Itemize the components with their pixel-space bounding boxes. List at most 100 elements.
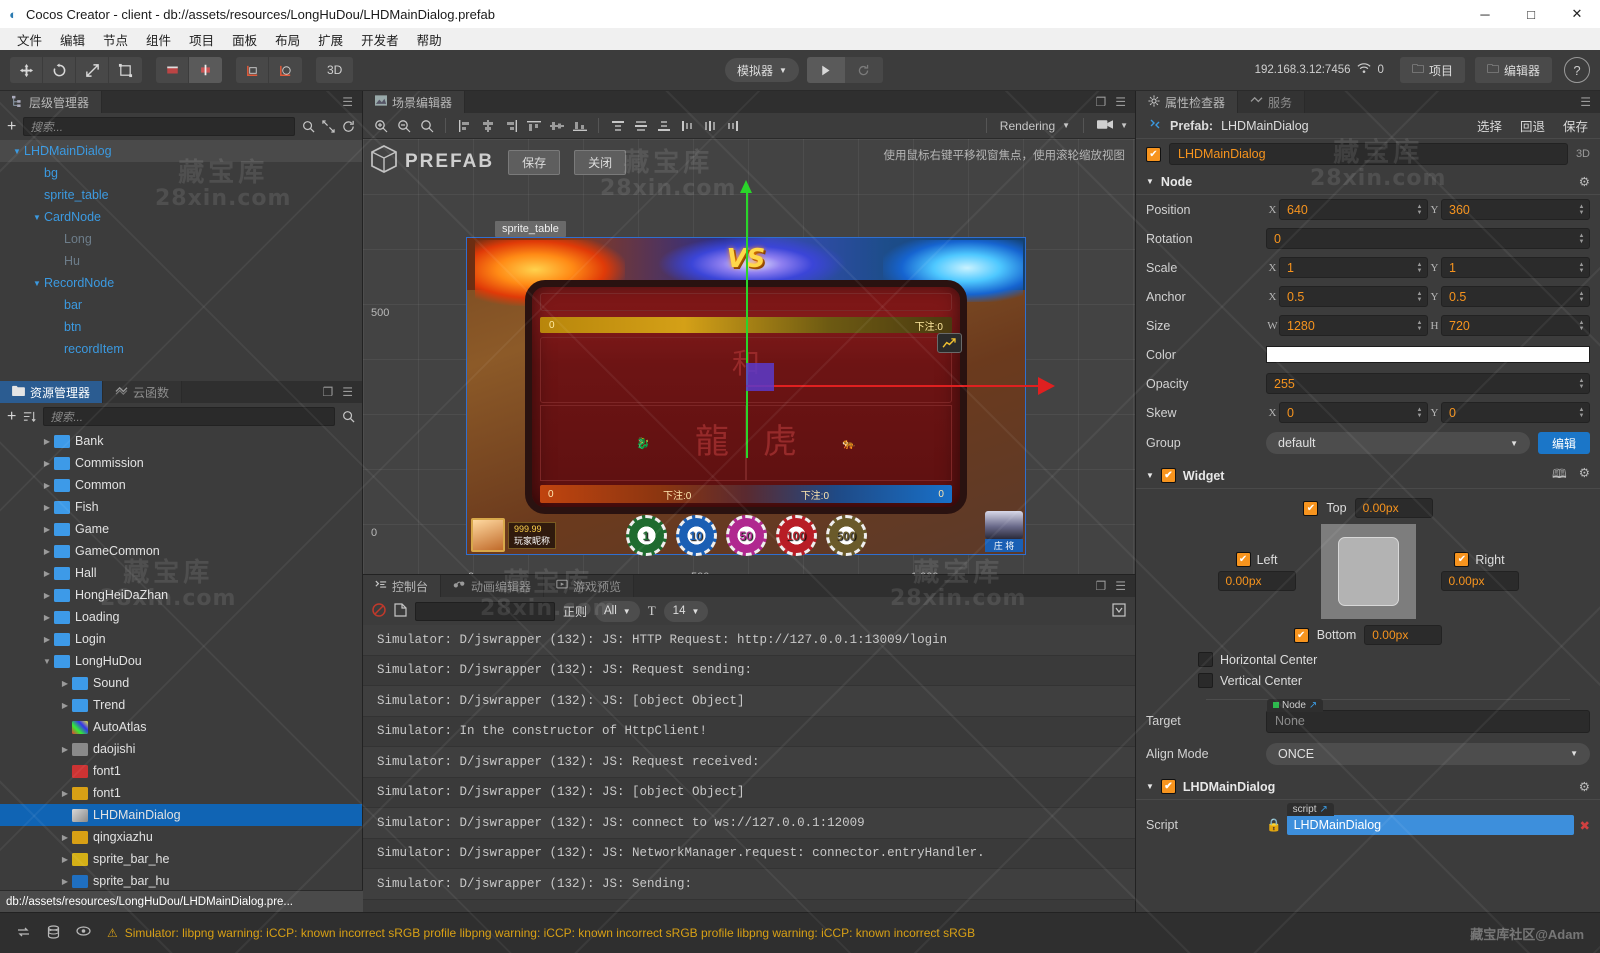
zoom-reset-icon[interactable]: [416, 116, 437, 136]
chevron-right-icon[interactable]: ▶: [58, 855, 72, 864]
scale-x-input[interactable]: 1 ▲▼: [1279, 257, 1428, 278]
chevron-right-icon[interactable]: ▶: [58, 745, 72, 754]
stepper-icon[interactable]: ▲▼: [1576, 375, 1587, 392]
menu-item-project[interactable]: 项目: [180, 28, 223, 51]
assets-menu-icon[interactable]: ☰: [342, 385, 353, 399]
menu-item-help[interactable]: 帮助: [408, 28, 451, 51]
rendering-dropdown-label[interactable]: Rendering: [1000, 119, 1055, 133]
zoom-out-icon[interactable]: [393, 116, 414, 136]
chevron-right-icon[interactable]: ▶: [40, 525, 54, 534]
regex-toggle-label[interactable]: 正则: [563, 603, 587, 620]
assets-search-input[interactable]: 搜索...: [43, 407, 335, 426]
asset-item-daojishi[interactable]: ▶daojishi: [0, 738, 362, 760]
asset-item-commission[interactable]: ▶Commission: [0, 452, 362, 474]
bet-chip-500[interactable]: 500: [826, 515, 867, 556]
menu-item-node[interactable]: 节点: [94, 28, 137, 51]
tab-assets[interactable]: 资源管理器: [0, 381, 103, 403]
collapse-all-icon[interactable]: [322, 120, 335, 133]
size-h-input[interactable]: 720 ▲▼: [1441, 315, 1590, 336]
color-swatch[interactable]: [1266, 346, 1590, 363]
align-top-icon[interactable]: [523, 116, 544, 136]
move-tool-button[interactable]: [10, 57, 43, 83]
distribute-bot-icon[interactable]: [653, 116, 674, 136]
node-section-header[interactable]: ▼ Node ⚙: [1136, 169, 1600, 195]
stepper-icon[interactable]: ▲▼: [1414, 317, 1425, 334]
search-icon[interactable]: [342, 410, 355, 423]
rect-tool-button[interactable]: [109, 57, 142, 83]
widget-align-mode-select[interactable]: ONCE ▼: [1266, 743, 1590, 765]
menu-item-developer[interactable]: 开发者: [352, 28, 408, 51]
refresh-button[interactable]: [845, 57, 883, 83]
hierarchy-tree[interactable]: ▼LHDMainDialog·bg·sprite_table▼CardNode ·…: [0, 140, 362, 381]
skew-y-input[interactable]: 0 ▲▼: [1441, 402, 1590, 423]
database-icon[interactable]: [47, 925, 60, 942]
scale-y-input[interactable]: 1 ▲▼: [1441, 257, 1590, 278]
chevron-right-icon[interactable]: ▶: [58, 877, 72, 886]
hierarchy-node-bg[interactable]: ·bg: [0, 162, 362, 184]
widget-right-checkbox[interactable]: ✔: [1454, 552, 1469, 567]
toggle-3d-button[interactable]: 3D: [316, 57, 353, 83]
coord-global-button[interactable]: [269, 57, 302, 83]
asset-item-fish[interactable]: ▶Fish: [0, 496, 362, 518]
tab-services[interactable]: 服务: [1238, 91, 1305, 113]
gizmo-x-arrow[interactable]: [1038, 377, 1055, 395]
camera-icon[interactable]: [1097, 118, 1113, 133]
bet-chip-1[interactable]: 1: [626, 515, 667, 556]
console-file-icon[interactable]: [394, 603, 407, 620]
tab-inspector[interactable]: 属性检查器: [1136, 91, 1238, 113]
chevron-right-icon[interactable]: ▶: [40, 459, 54, 468]
stepper-icon[interactable]: ▲▼: [1576, 317, 1587, 334]
chevron-down-icon[interactable]: ▼: [1120, 121, 1128, 130]
widget-top-value[interactable]: 0.00px: [1355, 498, 1433, 518]
hierarchy-node-btn[interactable]: ·btn: [0, 316, 362, 338]
tab-scene-editor[interactable]: 场景编辑器: [363, 91, 465, 113]
component-section-header[interactable]: ▼ ✔ LHDMainDialog ⚙: [1136, 774, 1600, 800]
hierarchy-menu-icon[interactable]: ☰: [342, 95, 353, 109]
play-button[interactable]: [807, 57, 845, 83]
distribute-left-icon[interactable]: [676, 116, 697, 136]
group-select[interactable]: default ▼: [1266, 432, 1530, 454]
align-vcenter-icon[interactable]: [546, 116, 567, 136]
opacity-input[interactable]: 255 ▲▼: [1266, 373, 1590, 394]
stepper-icon[interactable]: ▲▼: [1576, 230, 1587, 247]
coord-local-button[interactable]: [236, 57, 269, 83]
prefab-close-button[interactable]: 关闭: [574, 150, 626, 175]
position-y-input[interactable]: 360 ▲▼: [1441, 199, 1590, 220]
console-collapse-icon[interactable]: [1112, 603, 1126, 620]
node-enabled-checkbox[interactable]: ✔: [1146, 147, 1161, 162]
distribute-hcenter-icon[interactable]: [699, 116, 720, 136]
hierarchy-node-cardnode[interactable]: ▼CardNode: [0, 206, 362, 228]
chevron-right-icon[interactable]: ▶: [40, 591, 54, 600]
asset-item-login[interactable]: ▶Login: [0, 628, 362, 650]
hierarchy-node-lhdmaindialog[interactable]: ▼LHDMainDialog: [0, 140, 362, 162]
widget-left-value[interactable]: 0.00px: [1218, 571, 1296, 591]
stepper-icon[interactable]: ▲▼: [1414, 201, 1425, 218]
align-hcenter-icon[interactable]: [477, 116, 498, 136]
widget-target-field[interactable]: Node ↗ None: [1266, 710, 1590, 733]
chevron-right-icon[interactable]: ▶: [40, 437, 54, 446]
anchor-x-input[interactable]: 0.5 ▲▼: [1279, 286, 1428, 307]
prefab-save-action[interactable]: 保存: [1563, 116, 1588, 135]
tab-cloud-functions[interactable]: 云函数: [103, 381, 182, 403]
asset-item-sound[interactable]: ▶Sound: [0, 672, 362, 694]
project-settings-button[interactable]: 🗀 项目: [1400, 57, 1465, 83]
sync-icon[interactable]: [16, 925, 31, 942]
gizmo-center-handle[interactable]: [746, 363, 774, 391]
scene-popout-icon[interactable]: ❐: [1095, 95, 1106, 109]
widget-top-checkbox[interactable]: ✔: [1303, 501, 1318, 516]
asset-item-sprite_bar_he[interactable]: ▶sprite_bar_he: [0, 848, 362, 870]
editor-settings-button[interactable]: 🗀 编辑器: [1475, 57, 1552, 83]
asset-item-game[interactable]: ▶Game: [0, 518, 362, 540]
console-font-size[interactable]: 14 ▼: [664, 601, 709, 622]
chevron-right-icon[interactable]: ▶: [40, 569, 54, 578]
align-right-icon[interactable]: [500, 116, 521, 136]
pivot-anchor-button[interactable]: [189, 57, 222, 83]
hierarchy-node-sprite_table[interactable]: ·sprite_table: [0, 184, 362, 206]
script-remove-icon[interactable]: ✖: [1580, 818, 1590, 833]
hierarchy-node-recorditem[interactable]: ·recordItem: [0, 338, 362, 360]
node-section-gear-icon[interactable]: ⚙: [1579, 174, 1590, 189]
widget-bottom-value[interactable]: 0.00px: [1364, 625, 1442, 645]
anchor-y-input[interactable]: 0.5 ▲▼: [1441, 286, 1590, 307]
prefab-save-button[interactable]: 保存: [508, 150, 560, 175]
stepper-icon[interactable]: ▲▼: [1576, 404, 1587, 421]
